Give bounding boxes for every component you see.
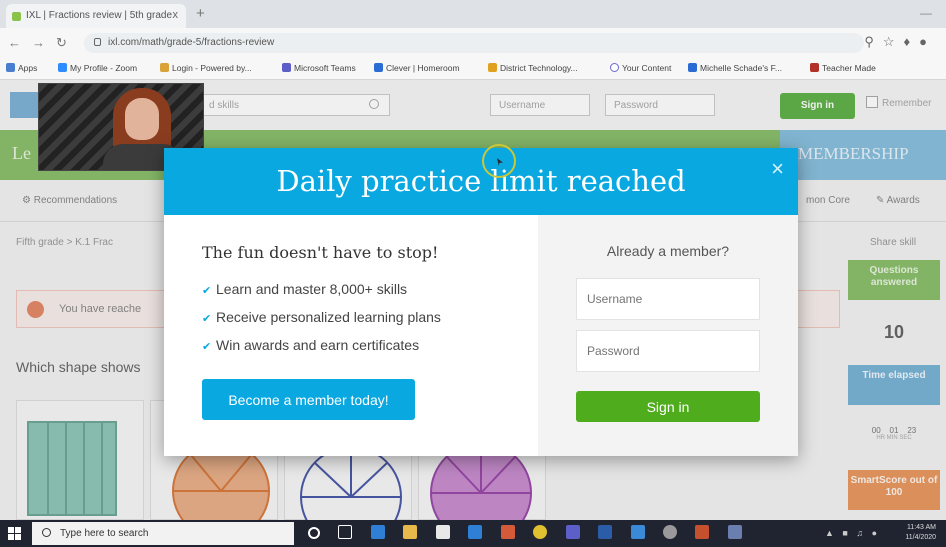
bookmark-zoom[interactable]: My Profile - Zoom	[58, 63, 137, 73]
daily-limit-modal: Daily practice limit reached × The fun d…	[164, 144, 798, 456]
promo-headline: The fun doesn't have to stop!	[202, 243, 439, 262]
clock-date: 11/4/2020	[905, 534, 936, 541]
url-text: ixl.com/math/grade-5/fractions-review	[108, 37, 275, 48]
task-view-icon[interactable]	[338, 525, 353, 539]
back-icon[interactable]: ←	[8, 35, 21, 50]
close-icon[interactable]: ×	[771, 156, 784, 182]
url-bar[interactable]: ixl.com/math/grade-5/fractions-review	[84, 33, 864, 53]
bookmark-teacher-made[interactable]: Teacher Made	[810, 63, 876, 73]
bookmark-michelle[interactable]: Michelle Schade's F...	[688, 63, 782, 73]
password-field[interactable]	[576, 330, 760, 372]
username-field[interactable]	[576, 278, 760, 320]
minimize-icon[interactable]: —	[920, 6, 932, 20]
settings-icon[interactable]	[662, 525, 677, 539]
browser-tab-bar: IXL | Fractions review | 5th grade x + —	[0, 0, 946, 28]
ixl-favicon-icon	[12, 12, 21, 21]
teams-icon[interactable]	[565, 525, 580, 539]
onedrive-icon[interactable]	[630, 525, 645, 539]
clock[interactable]: 11:43 AM 11/4/2020	[905, 523, 936, 543]
recorder-icon[interactable]	[727, 525, 742, 539]
feature-item: ✔ Win awards and earn certificates	[202, 337, 420, 353]
windows-taskbar: Type here to search ▲ ■ ♫ ● 11:43 AM 11/…	[0, 520, 946, 547]
system-tray-icons[interactable]: ▲ ■ ♫ ●	[825, 528, 880, 538]
app-icon[interactable]	[500, 525, 515, 539]
feature-item: ✔ Receive personalized learning plans	[202, 309, 441, 325]
bookmark-clever[interactable]: Clever | Homeroom	[374, 63, 460, 73]
bookmark-login[interactable]: Login - Powered by...	[160, 63, 252, 73]
file-explorer-icon[interactable]	[403, 525, 418, 539]
clock-time: 11:43 AM	[906, 524, 936, 531]
browser-tab[interactable]: IXL | Fractions review | 5th grade x	[6, 4, 186, 28]
reload-icon[interactable]: ↻	[56, 35, 67, 51]
modal-title: Daily practice limit reached	[276, 164, 686, 198]
mouse-cursor-highlight	[482, 144, 516, 178]
taskbar-search-input[interactable]: Type here to search	[32, 522, 294, 545]
search-icon	[42, 528, 51, 537]
edge-icon[interactable]	[370, 525, 385, 539]
store-icon[interactable]	[435, 525, 450, 539]
bookmark-apps[interactable]: Apps	[6, 63, 37, 73]
lock-icon	[94, 38, 101, 46]
bookmarks-bar: Apps My Profile - Zoom Login - Powered b…	[0, 58, 946, 80]
modal-login-panel: Already a member? Sign in	[538, 215, 798, 456]
already-member-label: Already a member?	[606, 243, 730, 259]
mail-icon[interactable]	[468, 525, 483, 539]
bookmark-teams[interactable]: Microsoft Teams	[282, 63, 356, 73]
check-icon: ✔	[202, 285, 212, 297]
forward-icon[interactable]: →	[32, 35, 45, 50]
check-icon: ✔	[202, 313, 212, 325]
tab-close-icon[interactable]: x	[173, 9, 179, 21]
address-bar-row: ← → ↻ ixl.com/math/grade-5/fractions-rev…	[0, 28, 946, 58]
feature-list: ✔ Learn and master 8,000+ skills ✔ Receive…	[202, 281, 441, 365]
new-tab-button[interactable]: +	[196, 5, 205, 22]
cortana-icon[interactable]	[308, 527, 320, 539]
signin-button[interactable]: Sign in	[576, 391, 760, 422]
bookmark-district[interactable]: District Technology...	[488, 63, 578, 73]
taskbar-app-icons	[308, 525, 756, 544]
modal-promo-panel: The fun doesn't have to stop! ✔ Learn and…	[164, 215, 538, 456]
check-icon: ✔	[202, 341, 212, 353]
feature-item: ✔ Learn and master 8,000+ skills	[202, 281, 408, 297]
word-icon[interactable]	[598, 525, 613, 539]
chrome-icon[interactable]	[533, 525, 548, 539]
bookmark-your-content[interactable]: Your Content	[610, 63, 671, 73]
browser-action-icons[interactable]: ⚲☆♦●	[864, 34, 936, 50]
tab-title: IXL | Fractions review | 5th grade	[26, 10, 173, 21]
powerpoint-icon[interactable]	[695, 525, 710, 539]
become-member-button[interactable]: Become a member today!	[202, 379, 415, 420]
modal-header: Daily practice limit reached ×	[164, 144, 798, 215]
windows-start-icon[interactable]	[8, 527, 22, 541]
